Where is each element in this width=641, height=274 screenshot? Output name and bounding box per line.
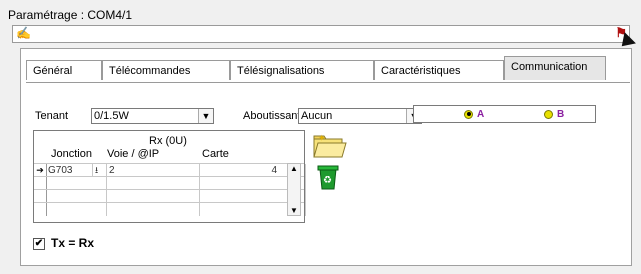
section-header-sens: Sens préférentiel [449,87,533,99]
section-header-lien: Lien [225,87,247,99]
tx-rx-checkbox[interactable]: ✔ Tx = Rx [33,236,94,250]
aboutissant-value: Aucun [301,110,333,122]
svg-text:✦: ✦ [318,134,326,144]
table-row[interactable] [34,176,306,190]
radio-a-label: A [477,108,485,120]
sens-radio-group: A B [413,105,596,123]
tenant-select[interactable]: 0/1.5W ▼ [91,108,214,124]
radio-b-label: B [557,108,565,120]
tenant-value: 0/1.5W [94,110,129,122]
tab-label: Communication [511,61,588,73]
tab-label: Général [33,65,73,77]
recycle-bin-icon: ♻ [317,165,339,190]
col-voie: Voie / @IP [107,148,160,160]
col-carte: Carte [202,148,229,160]
radio-unselected-icon [544,109,553,119]
tx-rx-label: Tx = Rx [51,236,95,250]
tab-telecommandes[interactable]: Télécommandes [102,60,230,80]
toolbar: ✍ ⚑ [12,25,630,43]
radio-selected-icon [464,109,473,119]
aboutissant-label: Aboutissant [243,110,301,122]
rx-table: Rx (0U) Jonction Voie / @IP Carte ➔ G703… [33,130,306,223]
cell-voie[interactable] [107,203,200,216]
tab-communication[interactable]: Communication [504,56,606,80]
open-folder-icon: ✦ [313,134,347,158]
tenant-label: Tenant [35,110,69,122]
open-folder-button[interactable]: ✦ [308,131,348,159]
table-row[interactable] [34,202,306,216]
chevron-down-icon[interactable]: ▼ [198,109,213,123]
scroll-up-icon[interactable]: ▲ [288,164,300,173]
tab-telesignalisations[interactable]: Télésignalisations [230,60,374,80]
window-title: Paramétrage : COM4/1 [8,8,133,22]
radio-b[interactable]: B [544,108,564,120]
delete-button[interactable]: ♻ [308,162,348,190]
tab-label: Caractéristiques [381,65,461,77]
table-scrollbar[interactable]: ▲ ▼ [287,163,301,216]
edit-icon[interactable]: ✍ [16,26,31,40]
tab-caracteristiques[interactable]: Caractéristiques [374,60,504,80]
aboutissant-select[interactable]: Aucun ▼ [298,108,422,124]
col-jonction: Jonction [51,148,92,160]
svg-text:♻: ♻ [323,175,332,186]
table-row[interactable] [34,189,306,203]
table-row[interactable]: ➔ G703 ⭳ 2 4 [34,163,306,177]
tab-label: Télécommandes [109,65,191,77]
scroll-down-icon[interactable]: ▼ [288,206,300,215]
checkbox-checked-icon[interactable]: ✔ [33,237,45,250]
radio-a[interactable]: A [464,108,484,120]
tab-label: Télésignalisations [237,65,325,77]
cell-jonction[interactable] [46,203,107,216]
table-group-header: Rx (0U) [149,135,187,147]
tab-general[interactable]: Général [26,60,102,80]
